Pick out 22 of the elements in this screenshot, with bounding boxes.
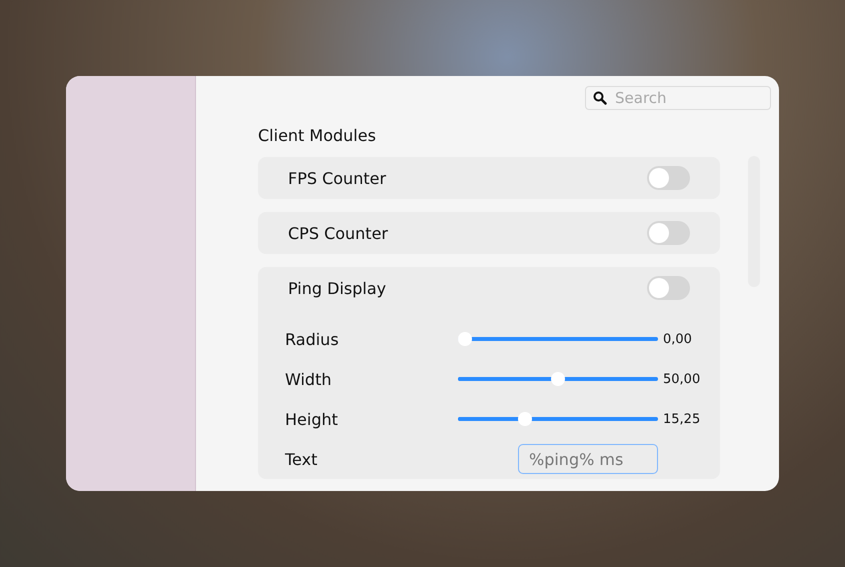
setting-label: Text <box>285 450 318 468</box>
slider[interactable] <box>458 372 658 386</box>
slider[interactable] <box>458 412 658 426</box>
slider-thumb[interactable] <box>551 372 565 386</box>
section-title: Client Modules <box>258 126 377 145</box>
setting-label: Radius <box>285 330 340 348</box>
toggle-switch[interactable] <box>647 166 690 190</box>
toggle-switch[interactable] <box>647 221 690 245</box>
setting-label: Width <box>285 370 332 388</box>
module-name: CPS Counter <box>288 224 388 242</box>
slider-thumb[interactable] <box>518 412 532 426</box>
slider[interactable] <box>458 332 658 346</box>
slider-value: 0,00 <box>663 332 692 346</box>
module-name: Ping Display <box>288 278 386 298</box>
setting-label: Height <box>285 410 339 428</box>
slider-thumb[interactable] <box>458 332 472 346</box>
slider-value: 50,00 <box>663 372 700 386</box>
slider-value: 15,25 <box>663 412 700 426</box>
search-field[interactable]: Search <box>585 86 771 110</box>
toggle-switch[interactable] <box>647 276 690 300</box>
module-name: FPS Counter <box>288 168 386 188</box>
text-field[interactable]: %ping% ms <box>518 444 658 474</box>
